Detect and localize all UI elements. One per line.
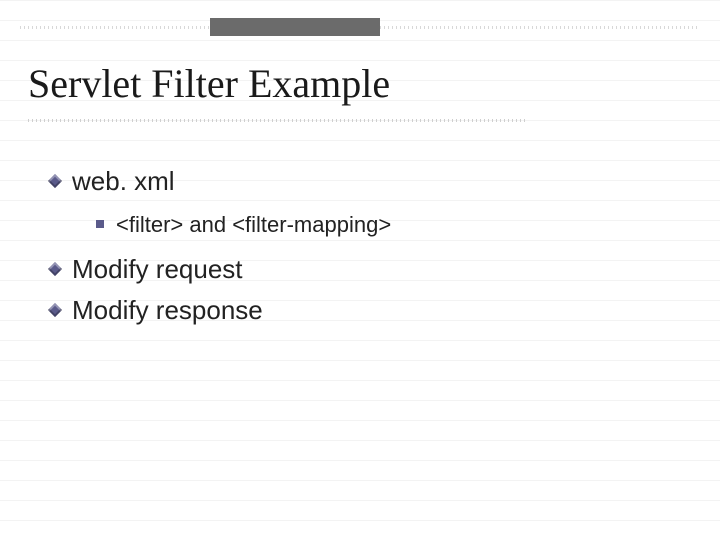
slide-content: Servlet Filter Example web. xml <filter>… [28, 60, 692, 332]
bullet-text: Modify response [72, 295, 263, 325]
bullet-list: web. xml <filter> and <filter-mapping> M… [28, 162, 692, 330]
bullet-item: Modify request [72, 250, 692, 289]
sub-bullet-list: <filter> and <filter-mapping> [72, 207, 692, 242]
bullet-text: Modify request [72, 254, 243, 284]
top-divider [20, 18, 700, 36]
bullet-item: Modify response [72, 291, 692, 330]
bullet-item: web. xml <filter> and <filter-mapping> [72, 162, 692, 242]
slide-title: Servlet Filter Example [28, 60, 692, 107]
title-underline [28, 119, 528, 122]
sub-bullet-item: <filter> and <filter-mapping> [116, 207, 692, 242]
bullet-text: web. xml [72, 166, 175, 196]
sub-bullet-text: <filter> and <filter-mapping> [116, 212, 391, 237]
